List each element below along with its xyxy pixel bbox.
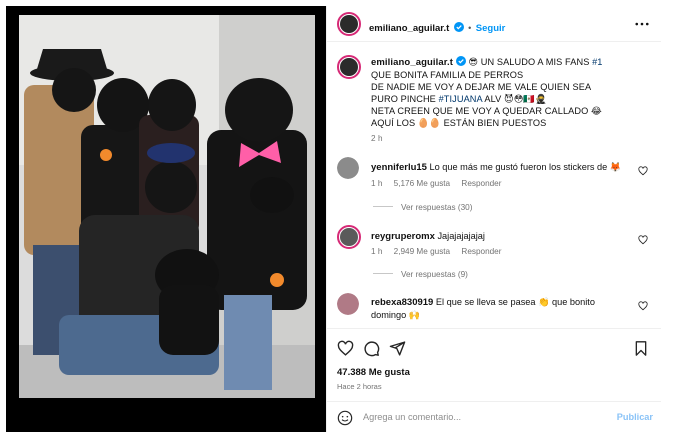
comment-avatar[interactable] — [337, 293, 359, 315]
heart-icon[interactable] — [638, 235, 648, 245]
comment-username[interactable]: rebexa830919 — [371, 297, 433, 308]
likes-count[interactable]: 47.388 Me gusta — [337, 367, 410, 378]
comment-text: Lo que más me gustó fueron los stickers … — [429, 162, 622, 172]
comment-avatar[interactable] — [337, 157, 359, 179]
comment-icon[interactable] — [363, 340, 380, 357]
comment-username[interactable]: reygruperomx — [371, 231, 435, 242]
post-time[interactable]: Hace 2 horas — [337, 382, 382, 391]
caption-line: DE NADIE ME VOY A DEJAR ME VALE QUIEN SE… — [371, 82, 592, 92]
heart-icon[interactable] — [638, 166, 648, 176]
comment-input[interactable]: Agrega un comentario... — [363, 412, 461, 422]
comment-item: yenniferlu15 Lo que más me gustó fueron … — [371, 161, 631, 174]
caption-line: PURO PINCHE — [371, 94, 436, 104]
caption-age: 2 h — [371, 134, 383, 143]
reply-button[interactable]: Responder — [461, 179, 501, 188]
comment-text: El que se lleva se pasea 👏 que bonito — [435, 297, 595, 307]
post-panel: emiliano_aguilar.t • Seguir emiliano_agu… — [326, 6, 661, 432]
replies-line — [373, 273, 393, 274]
post-photo — [19, 15, 315, 398]
comment-likes[interactable]: 2,949 Me gusta — [394, 247, 450, 256]
comment-time: 1 h — [371, 179, 383, 188]
more-horizontal-icon[interactable] — [635, 22, 649, 26]
comment-text: domingo 🙌 — [371, 310, 421, 320]
caption-line: NETA CREEN QUE ME VOY A QUEDAR CALLADO 😂 — [371, 106, 602, 116]
replies-line — [373, 206, 393, 207]
post-actions: 47.388 Me gusta Hace 2 horas Agrega un c… — [327, 328, 661, 432]
post-header: emiliano_aguilar.t • Seguir — [327, 6, 661, 42]
comment-item: rebexa830919 El que se lleva se pasea 👏 … — [371, 296, 631, 321]
caption-alv: ALV 😈😳🇲🇽🥷 — [484, 94, 547, 104]
caption-emoji: 😎 — [468, 57, 479, 67]
caption-line: AQUÍ LOS 🥚🥚 ESTÁN BIEN PUESTOS — [371, 118, 547, 128]
heart-icon[interactable] — [337, 340, 354, 357]
heart-icon[interactable] — [638, 301, 648, 311]
caption-first-line: UN SALUDO A MIS FANS — [480, 57, 590, 67]
comment-meta: 1 h 5,176 Me gusta Responder — [371, 179, 510, 188]
caption-author-avatar[interactable] — [337, 55, 361, 79]
post-caption: emiliano_aguilar.t 😎 UN SALUDO A MIS FAN… — [371, 56, 651, 145]
comment-avatar[interactable] — [337, 225, 361, 249]
hashtag-tijuana[interactable]: #TIJUANA — [439, 94, 483, 104]
verified-badge-icon — [455, 56, 466, 66]
view-replies-label: Ver respuestas (30) — [401, 203, 473, 212]
post-media[interactable] — [6, 6, 326, 432]
bookmark-icon[interactable] — [633, 340, 649, 357]
caption-username[interactable]: emiliano_aguilar.t — [371, 57, 453, 68]
author-username[interactable]: emiliano_aguilar.t — [369, 23, 449, 34]
view-replies[interactable]: Ver respuestas (9) — [373, 270, 468, 279]
verified-badge-icon — [453, 22, 464, 32]
comment-time: 1 h — [371, 247, 383, 256]
comment-likes[interactable]: 5,176 Me gusta — [394, 179, 450, 188]
comment-item: reygruperomx Jajajajajajaj — [371, 230, 631, 243]
comment-text: Jajajajajajaj — [437, 231, 485, 241]
view-replies-label: Ver respuestas (9) — [401, 270, 468, 279]
author-avatar[interactable] — [337, 12, 361, 36]
share-icon[interactable] — [389, 340, 406, 357]
comment-meta: 1 h 2,949 Me gusta Responder — [371, 247, 510, 256]
reply-button[interactable]: Responder — [461, 247, 501, 256]
caption-line: QUE BONITA FAMILIA DE PERROS — [371, 70, 524, 80]
hashtag-1[interactable]: #1 — [592, 57, 602, 67]
publish-button[interactable]: Publicar — [617, 412, 653, 422]
emoji-icon[interactable] — [337, 410, 353, 426]
comment-box: Agrega un comentario... Publicar — [327, 401, 661, 433]
follow-button[interactable]: Seguir — [476, 23, 506, 34]
view-replies[interactable]: Ver respuestas (30) — [373, 203, 472, 212]
comment-username[interactable]: yenniferlu15 — [371, 162, 427, 173]
separator-dot: • — [468, 23, 472, 33]
